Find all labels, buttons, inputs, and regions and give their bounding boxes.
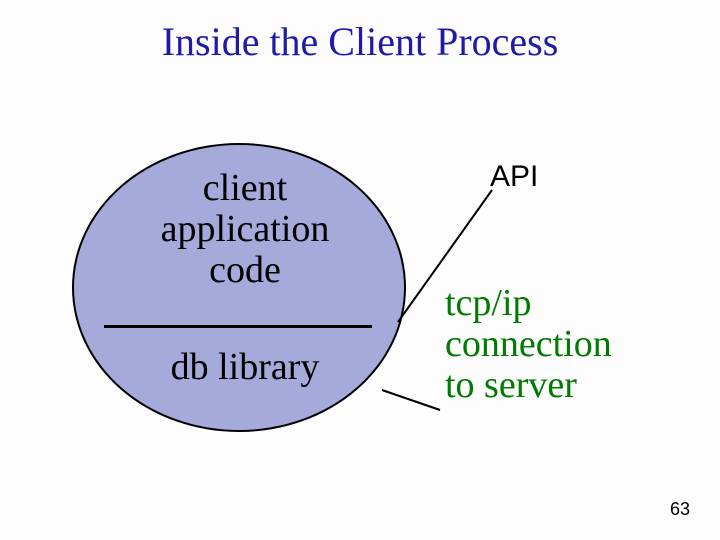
- client-application-code-label: clientapplicationcode: [140, 168, 350, 291]
- ellipse-divider-line: [104, 325, 372, 328]
- tcpip-annotation: tcp/ipconnectionto server: [445, 283, 675, 406]
- api-annotation: API: [490, 160, 538, 194]
- tcpip-pointer-line: [382, 390, 440, 410]
- db-library-label: db library: [140, 345, 350, 389]
- slide-title: Inside the Client Process: [0, 18, 720, 65]
- page-number: 63: [670, 499, 690, 520]
